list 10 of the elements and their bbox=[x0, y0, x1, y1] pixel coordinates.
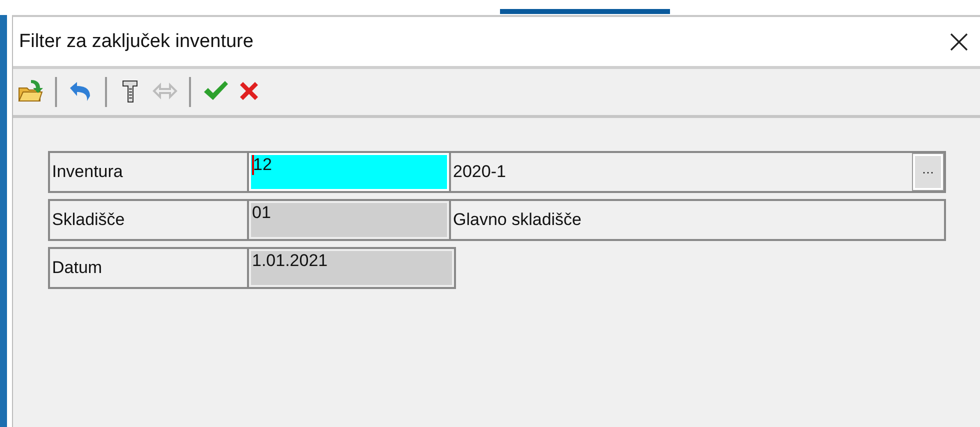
window-title: Filter za zaključek inventure bbox=[18, 30, 254, 52]
field-label: Datum bbox=[48, 247, 249, 289]
close-icon bbox=[950, 32, 968, 50]
input-field[interactable]: 12 bbox=[249, 151, 451, 193]
field-label: Inventura bbox=[48, 151, 249, 193]
close-button[interactable] bbox=[950, 32, 968, 50]
description-field: Glavno skladišče bbox=[451, 199, 946, 241]
lookup-button[interactable]: ··· bbox=[912, 153, 944, 191]
description-field: 2020-1 ··· bbox=[451, 151, 946, 193]
field-label: Skladišče bbox=[48, 199, 249, 241]
